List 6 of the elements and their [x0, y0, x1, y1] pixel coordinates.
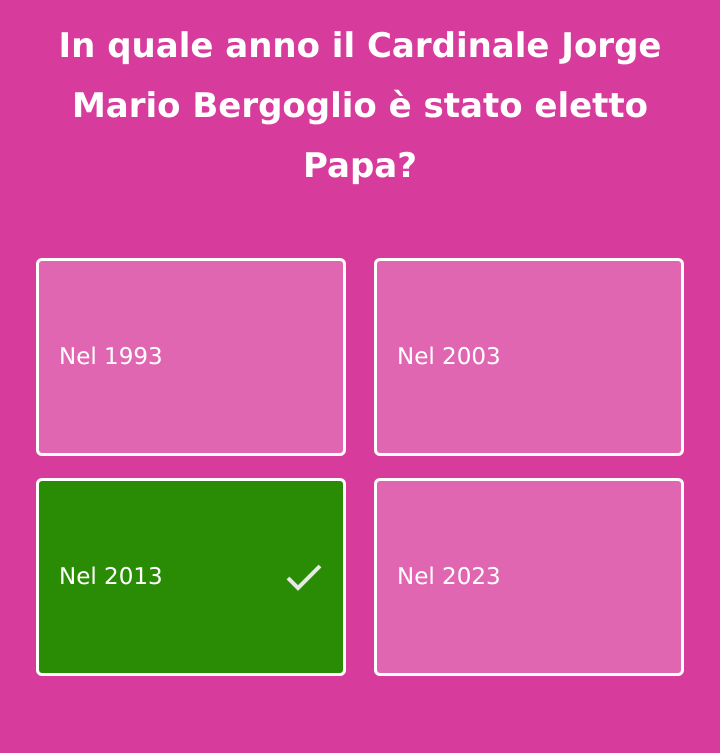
check-icon	[285, 562, 323, 592]
answer-option[interactable]: Nel 2003	[374, 258, 684, 456]
answer-option[interactable]: Nel 2013	[36, 478, 346, 676]
answer-option[interactable]: Nel 1993	[36, 258, 346, 456]
answer-option[interactable]: Nel 2023	[374, 478, 684, 676]
question-title: In quale anno il Cardinale Jorge Mario Bergoglio è stato eletto Papa?	[58, 25, 662, 188]
